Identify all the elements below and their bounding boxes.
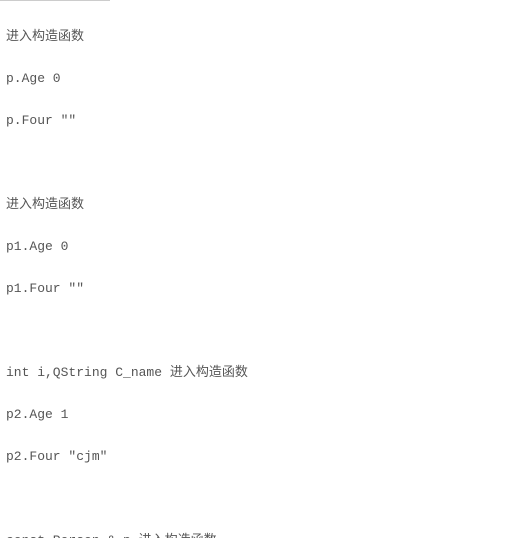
console-line: 进入构造函数 [6,194,513,215]
console-line: p2.Four "cjm" [6,446,513,467]
console-line [6,320,513,341]
console-line: p1.Age 0 [6,236,513,257]
console-line: int i,QString C_name 进入构造函数 [6,362,513,383]
console-line: p.Four "" [6,110,513,131]
console-line: 进入构造函数 [6,26,513,47]
console-line [6,488,513,509]
console-line: p2.Age 1 [6,404,513,425]
console-line: const Person & p 进入构造函数 [6,530,513,538]
console-line: p1.Four "" [6,278,513,299]
console-output: 进入构造函数 p.Age 0 p.Four "" 进入构造函数 p1.Age 0… [0,1,519,538]
console-line: p.Age 0 [6,68,513,89]
console-line [6,152,513,173]
